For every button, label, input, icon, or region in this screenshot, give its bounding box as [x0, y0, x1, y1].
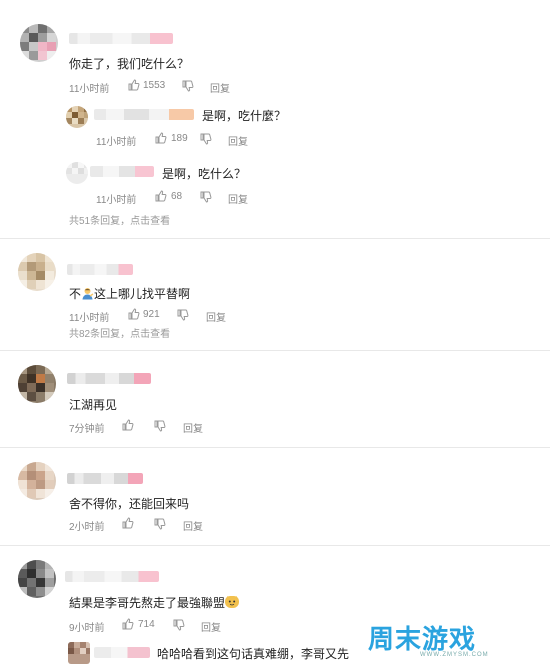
comment-time: 11小时前	[69, 313, 110, 324]
thumbs-up-icon[interactable]	[155, 132, 167, 144]
reply-button[interactable]: 回复	[206, 309, 226, 324]
reply-text: 是啊，吃什麼？	[202, 109, 287, 123]
watermark-accent: 游戏	[422, 624, 477, 654]
comment-text: 結果是李哥先熬走了最強聯盟	[69, 594, 240, 611]
avatar[interactable]	[18, 253, 56, 291]
view-more-replies[interactable]: 共51条回复，点击查看	[69, 212, 170, 227]
reply-time: 11小时前	[96, 137, 137, 148]
thumbs-up-icon[interactable]	[128, 308, 140, 320]
watermark-main: 周末	[368, 624, 423, 654]
username-blurred[interactable]	[67, 473, 143, 484]
thumbs-down-icon[interactable]	[200, 133, 212, 145]
thumbs-down-icon[interactable]	[182, 80, 194, 92]
thumbs-up-icon[interactable]	[128, 79, 140, 91]
username-blurred[interactable]	[67, 373, 151, 384]
watermark-text: 周末游戏	[368, 619, 476, 656]
thumbs-down-icon[interactable]	[154, 518, 166, 530]
reply-time: 11小时前	[96, 195, 137, 206]
like-count: 68	[171, 191, 183, 202]
username-blurred[interactable]	[67, 264, 133, 275]
reply-button[interactable]: 回复	[183, 518, 203, 533]
username-blurred[interactable]	[94, 109, 194, 120]
watermark-url: WWW.ZMYSM.COM	[420, 652, 489, 658]
username-blurred[interactable]	[69, 33, 173, 44]
avatar[interactable]	[18, 365, 56, 403]
avatar[interactable]	[18, 462, 56, 500]
divider	[0, 545, 550, 546]
cat-emoji	[225, 596, 240, 608]
comment-text-start: 不	[69, 287, 82, 301]
comment-text: 舍不得你，还能回来吗	[69, 497, 190, 511]
like-count: 189	[171, 133, 188, 144]
like-count: 714	[138, 619, 155, 630]
username-blurred[interactable]	[94, 647, 150, 658]
avatar[interactable]	[68, 642, 90, 664]
reply-button[interactable]: 回复	[228, 133, 248, 148]
thumbs-down-icon[interactable]	[200, 191, 212, 203]
thumbs-up-icon[interactable]	[122, 419, 134, 431]
thumbs-up-icon[interactable]	[155, 190, 167, 202]
avatar[interactable]	[20, 24, 58, 62]
avatar[interactable]	[66, 162, 88, 184]
comment-time: 7分钟前	[69, 424, 105, 435]
thumbs-up-icon[interactable]	[122, 517, 134, 529]
avatar[interactable]	[66, 106, 88, 128]
comment-text: 江湖再见	[69, 398, 118, 412]
reply-text: 是啊，吃什么？	[162, 167, 247, 181]
reply-button[interactable]: 回复	[228, 191, 248, 206]
thumbs-down-icon[interactable]	[154, 420, 166, 432]
thumbs-up-icon[interactable]	[122, 618, 134, 630]
person-emoji	[81, 287, 94, 300]
watermark-logo: 周末游戏 WWW.ZMYSM.COM	[368, 619, 538, 658]
reply-button[interactable]: 回复	[201, 619, 221, 634]
comment-text-body: 結果是李哥先熬走了最強聯盟	[69, 596, 226, 610]
reply-text: 哈哈哈看到这句话真难绷，李哥又先	[157, 647, 350, 661]
comment-time: 11小时前	[69, 84, 110, 95]
comment-text-end: 这上哪儿找平替啊	[94, 287, 191, 301]
like-count: 921	[143, 309, 160, 320]
reply-button[interactable]: 回复	[183, 420, 203, 435]
divider	[0, 238, 550, 239]
divider	[0, 350, 550, 351]
comment-time: 9小时前	[69, 623, 105, 634]
thumbs-down-icon[interactable]	[177, 309, 189, 321]
divider	[0, 447, 550, 448]
like-count: 1553	[143, 80, 166, 91]
thumbs-down-icon[interactable]	[173, 619, 185, 631]
username-blurred[interactable]	[90, 166, 154, 177]
avatar[interactable]	[18, 560, 56, 598]
username-blurred[interactable]	[65, 571, 159, 582]
view-more-replies[interactable]: 共82条回复，点击查看	[69, 325, 170, 340]
comment-text: 你走了，我们吃什么？	[69, 57, 190, 71]
comment-time: 2小时前	[69, 522, 105, 533]
comment-text: 不这上哪儿找平替啊	[69, 285, 190, 302]
reply-button[interactable]: 回复	[210, 80, 230, 95]
